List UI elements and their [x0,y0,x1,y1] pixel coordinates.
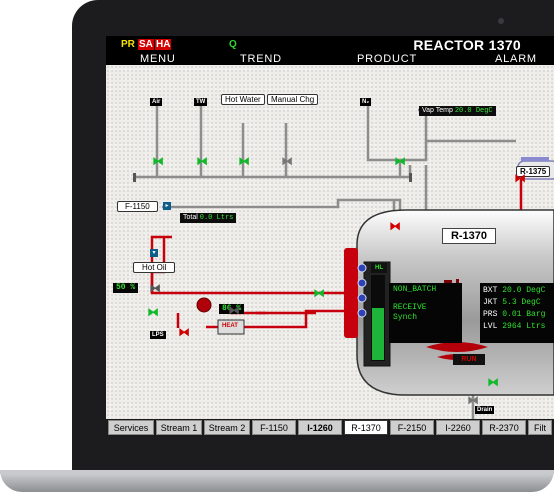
tab-stream-1[interactable]: Stream 1 [156,420,202,435]
page-title: REACTOR 1370 [413,37,521,53]
drain-tag: Drain [475,406,495,414]
value-reading: 2964 Ltrs [502,322,546,331]
reactor-title[interactable]: R-1370 [442,228,496,244]
camera-dot [498,18,504,24]
control-valve-icon[interactable]: ⧓ [228,303,240,317]
tab-f-1150[interactable]: F-1150 [252,420,296,435]
outlet-valve-icon[interactable]: ⧓ [487,375,499,389]
f1150-label[interactable]: F-1150 [117,201,158,212]
scada-screen: PR SA HA Q REACTOR 1370 MENU TREND PRODU… [106,36,554,437]
tab-services[interactable]: Services [108,420,154,435]
lps-valve-icon[interactable]: ⧓ [178,325,190,339]
tab-f-2150[interactable]: F-2150 [390,420,434,435]
product-button[interactable]: PRODUCT [357,53,417,65]
batch-status-line: Synch [393,313,418,322]
r1375-valve-icon[interactable]: ⧓ [514,171,526,185]
manual-chg-valve-icon[interactable]: ⧓ [281,154,293,168]
tw-valve-icon[interactable]: ⧓ [196,154,208,168]
jacket-valve-icon[interactable]: ⧓ [313,286,325,300]
lps-tag: LPS [150,331,166,339]
tab-stream-2[interactable]: Stream 2 [204,420,250,435]
heat-label: HEAT [222,323,238,329]
level-bar [372,307,384,360]
high-level-indicator: HL [371,263,387,273]
value-name: BXT [483,286,498,295]
tab-filt[interactable]: Filt [528,420,552,435]
hot-oil-return-valve-icon[interactable]: ⧓ [147,305,159,319]
vap-temp-value: 20.0 DegC [454,107,493,115]
alarm-ha[interactable]: HA [155,39,172,50]
pump[interactable] [196,297,212,313]
batch-status-line: RECEIVE [393,303,427,312]
vap-temp-label: Vap Temp [422,107,453,114]
alarm-q[interactable]: Q [228,39,238,50]
hot-oil-label[interactable]: Hot Oil [133,262,176,273]
tw-tag: TW [194,98,208,106]
laptop-frame: PR SA HA Q REACTOR 1370 MENU TREND PRODU… [0,0,554,492]
n2-tag: N₂ [360,98,371,106]
value-reading: 5.3 DegC [502,298,541,307]
air-tag: Air [150,98,163,106]
batch-status-panel: NON_BATCH RECEIVE Synch [389,283,462,343]
hot-water-valve-icon[interactable]: ⧓ [238,154,250,168]
unit-tab-bar: Services Stream 1 Stream 2 F-1150 I-1260… [106,419,554,437]
hot-oil-arrow-icon: ▾ [150,249,158,257]
alarm-button[interactable]: ALARM [495,53,537,65]
alarm-pr[interactable]: PR [120,39,136,50]
header-bar: PR SA HA Q REACTOR 1370 MENU TREND PRODU… [106,36,554,65]
value-name: PRS [483,310,498,319]
hot-water-label[interactable]: Hot Water [221,94,265,105]
agitator-run-status[interactable]: RUN [453,354,485,365]
value-row-prs: PRS 0.01 Barg [483,309,554,321]
hot-oil-control-valve-icon[interactable]: ⧓ [149,281,161,295]
total-readout: Total 0.0 Ltrs [180,213,237,223]
alarm-sa[interactable]: SA [138,39,154,50]
value-name: LVL [483,322,498,331]
value-row-jkt: JKT 5.3 DegC [483,297,554,309]
value-reading: 20.0 DegC [502,286,546,295]
menu-button[interactable]: MENU [140,53,176,65]
manual-chg-label[interactable]: Manual Chg [267,94,319,105]
feed-valve-icon[interactable]: ⧓ [389,219,401,233]
reactor-values-panel: BXT 20.0 DegC JKT 5.3 DegC PRS 0.01 Barg… [480,283,554,343]
vap-temp-readout: Vap Temp 20.0 DegC [419,106,496,116]
air-valve-icon[interactable]: ⧓ [152,154,164,168]
value-row-lvl: LVL 2964 Ltrs [483,321,554,333]
process-diagram: Air TW Hot Water Manual Chg N₂ Vap Temp … [106,65,554,419]
tab-i-2260[interactable]: I-2260 [436,420,480,435]
value-reading: 0.01 Barg [502,310,546,319]
n2-valve-icon[interactable]: ⧓ [394,154,406,168]
total-value: 0.0 Ltrs [199,214,234,222]
total-label: Total [183,214,198,221]
hot-oil-valve-pct: 50 % [113,283,139,293]
value-name: JKT [483,298,498,307]
tab-r-1370[interactable]: R-1370 [344,420,388,435]
drain-valve-icon[interactable]: ⧓ [467,393,479,407]
f1150-link-icon[interactable]: ▸ [163,202,171,210]
batch-status-line: NON_BATCH [393,285,437,294]
laptop-base-lip [0,470,554,474]
value-row-bxt: BXT 20.0 DegC [483,285,554,297]
trend-button[interactable]: TREND [240,53,282,65]
reactor-jacket-left [344,248,358,338]
tab-r-2370[interactable]: R-2370 [482,420,526,435]
tab-i-1260[interactable]: I-1260 [298,420,342,435]
